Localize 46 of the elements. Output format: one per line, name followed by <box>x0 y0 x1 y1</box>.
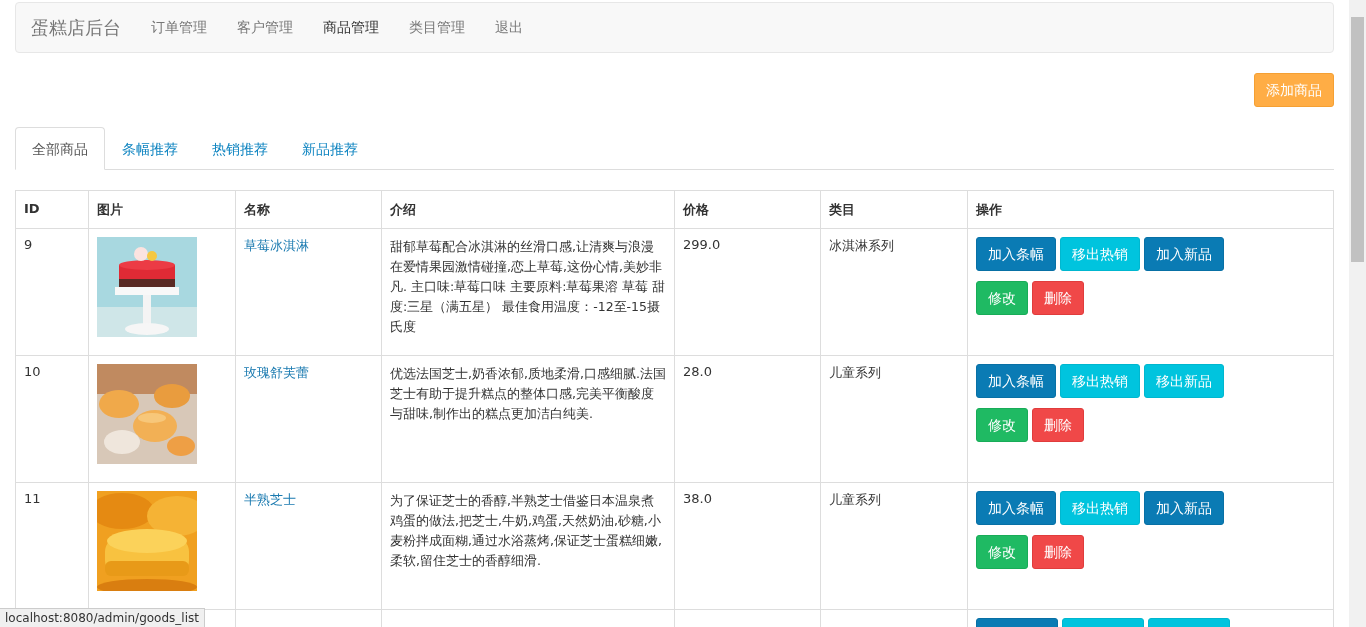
table-cell: 儿童系列 <box>829 365 881 380</box>
nav-link[interactable]: 商品管理 <box>323 18 379 37</box>
table-cell: 11 <box>24 491 41 506</box>
table-cell: 38.0 <box>683 491 712 506</box>
tab[interactable]: 全部商品 <box>15 127 105 170</box>
nav-link[interactable]: 客户管理 <box>237 18 293 37</box>
scrollbar-thumb[interactable] <box>1351 17 1364 262</box>
status-url: localhost:8080/admin/goods_list <box>0 608 205 627</box>
tab[interactable]: 热销推荐 <box>195 127 285 170</box>
product-link[interactable]: 草莓冰淇淋 <box>244 238 309 253</box>
nav-link[interactable]: 类目管理 <box>409 18 465 37</box>
column-header: 价格 <box>674 190 821 229</box>
action-button[interactable]: 加入条幅 <box>976 364 1056 398</box>
table-cell: 儿童系列 <box>829 492 881 507</box>
product-link[interactable]: 玫瑰舒芙蕾 <box>244 365 309 380</box>
product-description: 甜郁草莓配合冰淇淋的丝滑口感,让清爽与浪漫在爱情果园激情碰撞,恋上草莓,这份心情,美妙非凡. 主口味:草莓口味 主要原料:草莓果溶 草莓 甜度:三星（满五星） 最佳食用温度：-12至-15摄氏度 <box>390 238 666 336</box>
column-header: ID <box>15 190 89 229</box>
action-button[interactable]: 加入新品 <box>1144 491 1224 525</box>
delete-button[interactable]: 删除 <box>1032 281 1084 315</box>
action-button[interactable]: 加入条幅 <box>976 237 1056 271</box>
action-button[interactable]: 加入条幅 <box>976 491 1056 525</box>
brand-link[interactable]: 蛋糕店后台 <box>31 15 121 40</box>
scrollbar[interactable] <box>1349 0 1366 627</box>
edit-button[interactable]: 修改 <box>976 281 1028 315</box>
table-cell: 10 <box>24 364 41 379</box>
product-description: 为了保证芝士的香醇,半熟芝士借鉴日本温泉煮鸡蛋的做法,把芝士,牛奶,鸡蛋,天然奶油,砂糖,小麦粉拌成面糊,通过水浴蒸烤,保证芝士蛋糕细嫩,柔软,留住芝士的香醇细滑. <box>390 492 663 570</box>
tab[interactable]: 新品推荐 <box>285 127 375 170</box>
table-cell: 299.0 <box>683 237 721 252</box>
column-header: 名称 <box>235 190 382 229</box>
column-header: 图片 <box>88 190 236 229</box>
column-header: 类目 <box>820 190 968 229</box>
table-cell: 28.0 <box>683 364 712 379</box>
delete-button[interactable]: 删除 <box>1032 408 1084 442</box>
product-link[interactable]: 半熟芝士 <box>244 492 296 507</box>
nav-link[interactable]: 订单管理 <box>151 18 207 37</box>
table-cell: 9 <box>24 237 33 252</box>
action-button[interactable]: 加入新品 <box>1144 237 1224 271</box>
nav-link[interactable]: 退出 <box>495 18 523 37</box>
column-header: 介绍 <box>381 190 675 229</box>
column-header: 操作 <box>967 190 1334 229</box>
edit-button[interactable]: 修改 <box>976 535 1028 569</box>
edit-button[interactable]: 修改 <box>976 408 1028 442</box>
tab[interactable]: 条幅推荐 <box>105 127 195 170</box>
table-cell: 冰淇淋系列 <box>829 238 894 253</box>
delete-button[interactable]: 删除 <box>1032 535 1084 569</box>
product-description: 优选法国芝士,奶香浓郁,质地柔滑,口感细腻.法国芝士有助于提升糕点的整体口感,完美平衡酸度与甜味,制作出的糕点更加洁白纯美. <box>390 365 666 423</box>
